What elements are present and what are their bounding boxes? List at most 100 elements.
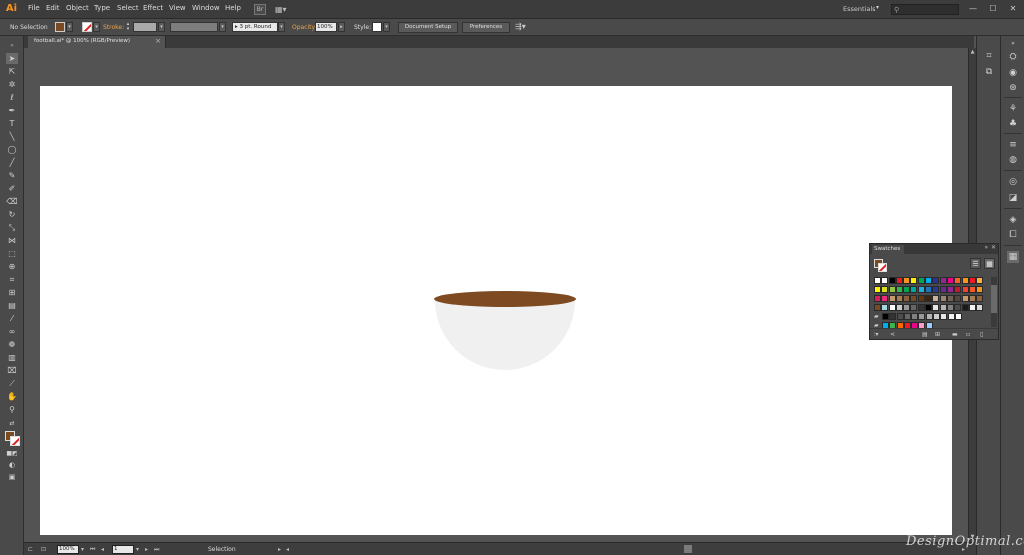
new-color-group-icon[interactable]: ⊞	[935, 330, 940, 339]
menu-edit[interactable]: Edit	[46, 4, 60, 12]
stroke-label[interactable]: Stroke:	[103, 24, 124, 31]
swatch[interactable]	[888, 304, 896, 311]
artboard-number-field[interactable]: 1	[112, 545, 134, 554]
artboard[interactable]	[40, 86, 952, 535]
swatch[interactable]	[954, 277, 962, 284]
swatch-libraries-icon[interactable]: ⫶▾	[874, 330, 879, 339]
preferences-button[interactable]: Preferences	[462, 22, 510, 33]
swatches-tab-icon[interactable]: ▦	[1007, 251, 1019, 263]
swatch[interactable]	[946, 295, 954, 302]
swatch[interactable]	[903, 277, 911, 284]
color-guide-panel-icon[interactable]: ⛭	[1007, 51, 1019, 63]
pen-tool-icon[interactable]: ✒	[6, 105, 18, 116]
status-menu-icon[interactable]: ▸	[278, 545, 281, 554]
artboard-nav-icon[interactable]: ⊡	[41, 545, 46, 554]
stroke-weight-field[interactable]	[133, 22, 157, 32]
swatch[interactable]	[910, 304, 918, 311]
swatch[interactable]	[932, 295, 940, 302]
menu-select[interactable]: Select	[117, 4, 139, 12]
opacity-field[interactable]: 100%	[315, 22, 337, 32]
perspective-grid-tool-icon[interactable]: ⌗	[6, 274, 18, 285]
swatch[interactable]	[954, 313, 962, 320]
collapse-icon[interactable]: »	[6, 40, 18, 51]
swatches-scroll-thumb[interactable]	[991, 285, 997, 313]
stroke-weight-dropdown[interactable]: ▾	[158, 22, 165, 32]
align-panel-icon[interactable]: ⧉	[983, 66, 995, 78]
lasso-tool-icon[interactable]: ℓ	[6, 92, 18, 103]
swatch[interactable]	[976, 295, 984, 302]
variable-width-profile-dropdown[interactable]	[170, 22, 218, 32]
brush-dropdown-arrow[interactable]: ▾	[278, 22, 285, 32]
chevron-down-icon[interactable]: ▾	[876, 4, 879, 11]
document-tab[interactable]: football.ai* @ 100% (RGB/Preview) ×	[28, 36, 166, 48]
zoom-tool-icon[interactable]: ⚲	[6, 404, 18, 415]
status-current-tool[interactable]: Selection	[208, 546, 236, 553]
swatch[interactable]	[895, 286, 903, 293]
artboards-panel-icon[interactable]: ⌗	[983, 50, 995, 62]
swatch[interactable]	[961, 286, 969, 293]
swatch[interactable]	[881, 295, 889, 302]
swatch[interactable]	[961, 304, 969, 311]
swatches-tab[interactable]: Swatches	[872, 245, 904, 254]
collapse-dock-icon[interactable]: »	[1007, 38, 1019, 50]
blend-tool-icon[interactable]: ∞	[6, 326, 18, 337]
swatch[interactable]	[917, 277, 925, 284]
symbol-sprayer-tool-icon[interactable]: ❁	[6, 339, 18, 350]
swatch[interactable]	[911, 313, 919, 320]
swatch-options-icon[interactable]: ▤	[922, 330, 928, 339]
swatch[interactable]	[954, 286, 962, 293]
artboards-list-icon[interactable]: ⧠	[1007, 229, 1019, 241]
scale-tool-icon[interactable]: ⤡	[6, 222, 18, 233]
swatch[interactable]	[947, 313, 955, 320]
swatch[interactable]	[961, 295, 969, 302]
swatch[interactable]	[946, 286, 954, 293]
swatch[interactable]	[895, 304, 903, 311]
swatch[interactable]	[895, 277, 903, 284]
swatch[interactable]	[889, 313, 897, 320]
stroke-color-box[interactable]	[10, 436, 20, 446]
swatch[interactable]	[954, 304, 962, 311]
stroke-panel-icon[interactable]: ≡	[1007, 139, 1019, 151]
brush-definition-dropdown[interactable]: ▸ 3 pt. Round	[232, 22, 278, 32]
swatch[interactable]	[925, 295, 933, 302]
free-transform-tool-icon[interactable]: ⬚	[6, 248, 18, 259]
swatch[interactable]	[968, 295, 976, 302]
fill-dropdown[interactable]: ▾	[66, 22, 73, 32]
maximize-button[interactable]: ☐	[986, 3, 1000, 15]
drawing-mode-icon[interactable]: ◐	[6, 460, 18, 471]
style-dropdown[interactable]: ▾	[383, 22, 390, 32]
swatch[interactable]	[910, 277, 918, 284]
swatch[interactable]	[946, 304, 954, 311]
layers-panel-icon[interactable]: ◈	[1007, 214, 1019, 226]
swatch[interactable]	[939, 286, 947, 293]
swatch[interactable]	[881, 286, 889, 293]
swatch[interactable]	[874, 295, 881, 302]
swatch[interactable]	[918, 313, 926, 320]
swatch[interactable]	[932, 286, 940, 293]
swatch[interactable]	[874, 304, 881, 311]
fill-color-swatch[interactable]	[55, 22, 65, 32]
pencil-tool-icon[interactable]: ✎	[6, 170, 18, 181]
menu-help[interactable]: Help	[225, 4, 241, 12]
swatch[interactable]	[903, 313, 911, 320]
stroke-dropdown[interactable]: ▾	[93, 22, 100, 32]
swatch[interactable]	[932, 277, 940, 284]
menu-object[interactable]: Object	[66, 4, 89, 12]
shape-builder-tool-icon[interactable]: ⊕	[6, 261, 18, 272]
swatch[interactable]	[925, 277, 933, 284]
symbols-panel-icon[interactable]: ♣	[1007, 118, 1019, 130]
swatch[interactable]	[882, 313, 889, 320]
swatch[interactable]	[976, 286, 984, 293]
width-tool-icon[interactable]: ⋈	[6, 235, 18, 246]
close-icon[interactable]: ×	[155, 37, 161, 45]
type-tool-icon[interactable]: T	[6, 118, 18, 129]
direct-selection-tool-icon[interactable]: ⇱	[6, 66, 18, 77]
paintbrush-tool-icon[interactable]: ╱	[6, 157, 18, 168]
help-search-input[interactable]: ⚲	[891, 4, 959, 15]
swatch[interactable]	[968, 304, 976, 311]
swatch[interactable]	[903, 295, 911, 302]
swatch[interactable]	[961, 277, 969, 284]
swatch[interactable]	[910, 286, 918, 293]
swatch[interactable]	[903, 304, 911, 311]
menu-window[interactable]: Window	[192, 4, 220, 12]
